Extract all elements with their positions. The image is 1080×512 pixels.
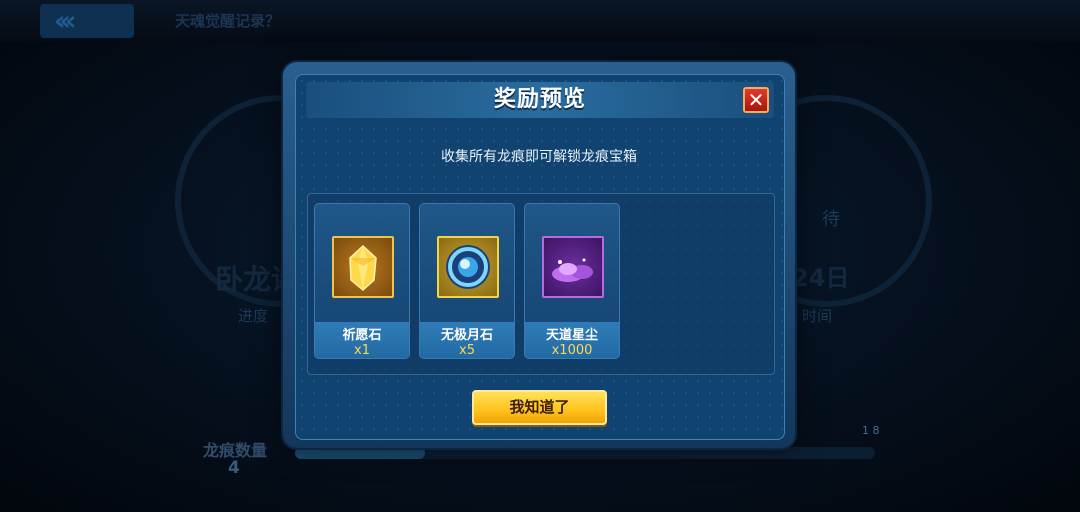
reward-card[interactable]: 无极月石 x5 [419,203,515,359]
reward-card[interactable]: 祈愿石 x1 [314,203,410,359]
reward-count: x1000 [551,343,593,358]
left-progress-label: 进度 [238,307,269,325]
dialog-title: 奖励预览 [493,87,586,112]
dragon-count-value: 4 [228,458,240,478]
golden-crystal-icon [332,236,394,298]
top-bar [0,0,1080,42]
right-pending-label: 待 [822,209,840,230]
page-title: 天魂觉醒记录？ [175,12,281,30]
purple-stardust-icon [542,236,604,298]
reward-card[interactable]: 天道星尘 x1000 [524,203,620,359]
reward-name: 天道星尘 [545,328,598,343]
right-date: 24日 [792,264,850,292]
back-button[interactable]: ‹‹‹ [40,4,134,38]
dialog-subtitle: 收集所有龙痕即可解锁龙痕宝箱 [441,149,637,165]
confirm-button[interactable]: 我知道了 [472,390,607,425]
close-button[interactable]: ✕ [743,87,769,113]
progress-fill [295,447,425,459]
reward-name: 祈愿石 [342,328,382,343]
right-time-label: 时间 [802,307,833,325]
progress-marker: 1 8 [862,424,880,437]
reward-count: x1 [354,343,370,358]
reward-name: 无极月石 [440,328,493,343]
reward-count: x5 [459,343,475,358]
blue-moon-orb-icon [437,236,499,298]
